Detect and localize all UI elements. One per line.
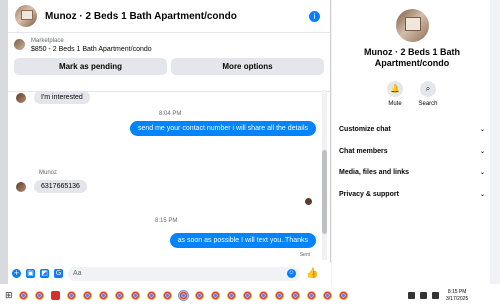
details-avatar[interactable] bbox=[396, 9, 429, 42]
conversation-details-panel: Munoz · 2 Beds 1 Bath Apartment/condo 🔔 … bbox=[332, 0, 490, 284]
marketplace-listing: Marketplace $850 - 2 Beds 1 Bath Apartme… bbox=[8, 33, 330, 92]
sender-avatar[interactable] bbox=[16, 181, 26, 192]
taskbar-app-icon[interactable] bbox=[99, 291, 108, 300]
listing-price-line: $850 - 2 Beds 1 Bath Apartment/condo bbox=[31, 46, 152, 53]
listing-thumbnail bbox=[14, 39, 25, 50]
message-composer: + ▣ ◩ G Aa ☺ 👍 bbox=[8, 263, 331, 284]
taskbar-app-icon[interactable] bbox=[211, 291, 220, 300]
info-icon[interactable]: i bbox=[309, 11, 320, 22]
message-status: Sent bbox=[299, 252, 310, 258]
row-label: Privacy & support bbox=[339, 190, 399, 198]
conversation-panel: Munoz · 2 Beds 1 Bath Apartment/condo i … bbox=[8, 0, 331, 284]
volume-icon[interactable] bbox=[432, 292, 439, 299]
row-label: Media, files and links bbox=[339, 168, 410, 176]
media-files-links-row[interactable]: Media, files and links ⌄ bbox=[339, 161, 485, 183]
mute-label: Mute bbox=[388, 101, 402, 107]
search-icon: ⌕ bbox=[420, 81, 436, 97]
clock-time: 8:15 PM bbox=[447, 288, 467, 295]
timestamp: 8:15 PM bbox=[155, 218, 178, 224]
taskbar-app-icon[interactable] bbox=[227, 291, 236, 300]
network-icon[interactable] bbox=[420, 292, 427, 299]
message-bubble-out[interactable]: send me your contact number i will share… bbox=[129, 121, 316, 136]
taskbar-app-icon[interactable] bbox=[19, 291, 28, 300]
chat-members-row[interactable]: Chat members ⌄ bbox=[339, 140, 485, 162]
emoji-icon[interactable]: ☺ bbox=[287, 268, 296, 278]
taskbar-app-icon[interactable] bbox=[131, 291, 140, 300]
taskbar-app-icon[interactable] bbox=[35, 291, 44, 300]
more-options-button[interactable]: More options bbox=[171, 58, 324, 75]
taskbar-app-icon[interactable] bbox=[243, 291, 252, 300]
row-label: Chat members bbox=[339, 147, 388, 155]
read-receipt-avatar bbox=[305, 198, 312, 205]
chevron-down-icon: ⌄ bbox=[479, 125, 485, 133]
search-button[interactable]: ⌕ Search bbox=[411, 81, 445, 107]
gif-icon[interactable]: G bbox=[54, 269, 63, 278]
message-bubble-out[interactable]: as soon as possible I will text you..Tha… bbox=[169, 233, 316, 248]
search-label: Search bbox=[418, 101, 438, 107]
timestamp: 8:04 PM bbox=[159, 111, 182, 117]
plus-icon[interactable]: + bbox=[12, 269, 21, 278]
sender-avatar[interactable] bbox=[16, 92, 26, 103]
listing-actions: Mark as pending More options bbox=[14, 58, 324, 75]
taskbar-app-icon[interactable] bbox=[83, 291, 92, 300]
taskbar-app-icon[interactable] bbox=[339, 291, 348, 300]
chat-scrollbar-thumb[interactable] bbox=[322, 150, 327, 234]
message-bubble-in[interactable]: 6317665136 bbox=[34, 180, 87, 193]
sender-name: Munoz bbox=[39, 170, 58, 176]
bell-icon: 🔔 bbox=[387, 81, 403, 97]
message-input-placeholder: Aa bbox=[73, 269, 82, 277]
taskbar-app-icon[interactable] bbox=[323, 291, 332, 300]
chat-header: Munoz · 2 Beds 1 Bath Apartment/condo i bbox=[8, 0, 330, 33]
taskbar-app-icon[interactable] bbox=[147, 291, 156, 300]
taskbar-app-icon[interactable] bbox=[291, 291, 300, 300]
chevron-down-icon: ⌄ bbox=[479, 147, 485, 155]
customize-chat-row[interactable]: Customize chat ⌄ bbox=[339, 118, 485, 140]
mark-pending-button[interactable]: Mark as pending bbox=[14, 58, 167, 75]
clock[interactable]: 8:15 PM 3/17/2025 bbox=[446, 289, 468, 303]
windows-taskbar: ⊞ 8:15 PM 3/17/2025 bbox=[0, 284, 500, 307]
messenger-window: Munoz · 2 Beds 1 Bath Apartment/condo i … bbox=[0, 0, 500, 307]
incoming-message: I'm interested bbox=[16, 91, 90, 104]
left-panel-edge bbox=[0, 0, 8, 284]
taskbar-app-icon[interactable] bbox=[178, 290, 189, 301]
windows-start-icon[interactable]: ⊞ bbox=[5, 291, 15, 301]
taskbar-app-icon[interactable] bbox=[259, 291, 268, 300]
right-panel-edge bbox=[490, 0, 500, 284]
taskbar-app-icon[interactable] bbox=[307, 291, 316, 300]
details-title: Munoz · 2 Beds 1 Bath Apartment/condo bbox=[363, 47, 460, 68]
chat-title[interactable]: Munoz · 2 Beds 1 Bath Apartment/condo bbox=[45, 11, 237, 22]
taskbar-app-icon[interactable] bbox=[115, 291, 124, 300]
chevron-down-icon: ⌄ bbox=[479, 190, 485, 198]
conversation-avatar[interactable] bbox=[15, 5, 37, 27]
message-input[interactable]: Aa ☺ bbox=[68, 266, 300, 281]
row-label: Customize chat bbox=[339, 125, 391, 133]
listing-source: Marketplace bbox=[31, 38, 64, 44]
taskbar-app-icon[interactable] bbox=[163, 291, 172, 300]
incoming-message: 6317665136 bbox=[16, 180, 87, 193]
chevron-down-icon: ⌄ bbox=[479, 168, 485, 176]
battery-icon[interactable] bbox=[408, 292, 415, 299]
image-icon[interactable]: ▣ bbox=[26, 269, 35, 278]
clock-date: 3/17/2025 bbox=[446, 295, 469, 302]
taskbar-app-icon[interactable] bbox=[67, 291, 76, 300]
mute-button[interactable]: 🔔 Mute bbox=[378, 81, 412, 107]
thumbs-up-icon[interactable]: 👍 bbox=[306, 268, 318, 279]
listing-summary[interactable]: Marketplace $850 - 2 Beds 1 Bath Apartme… bbox=[14, 37, 324, 54]
message-thread[interactable]: I'm interested 8:04 PM send me your cont… bbox=[8, 91, 330, 262]
privacy-support-row[interactable]: Privacy & support ⌄ bbox=[339, 183, 485, 205]
taskbar-app-icon[interactable] bbox=[275, 291, 284, 300]
taskbar-app-icon[interactable] bbox=[195, 291, 204, 300]
taskbar-app-icon[interactable] bbox=[51, 291, 60, 300]
message-bubble-in[interactable]: I'm interested bbox=[34, 91, 90, 104]
system-tray: 8:15 PM 3/17/2025 bbox=[408, 284, 500, 307]
sticker-icon[interactable]: ◩ bbox=[40, 269, 49, 278]
